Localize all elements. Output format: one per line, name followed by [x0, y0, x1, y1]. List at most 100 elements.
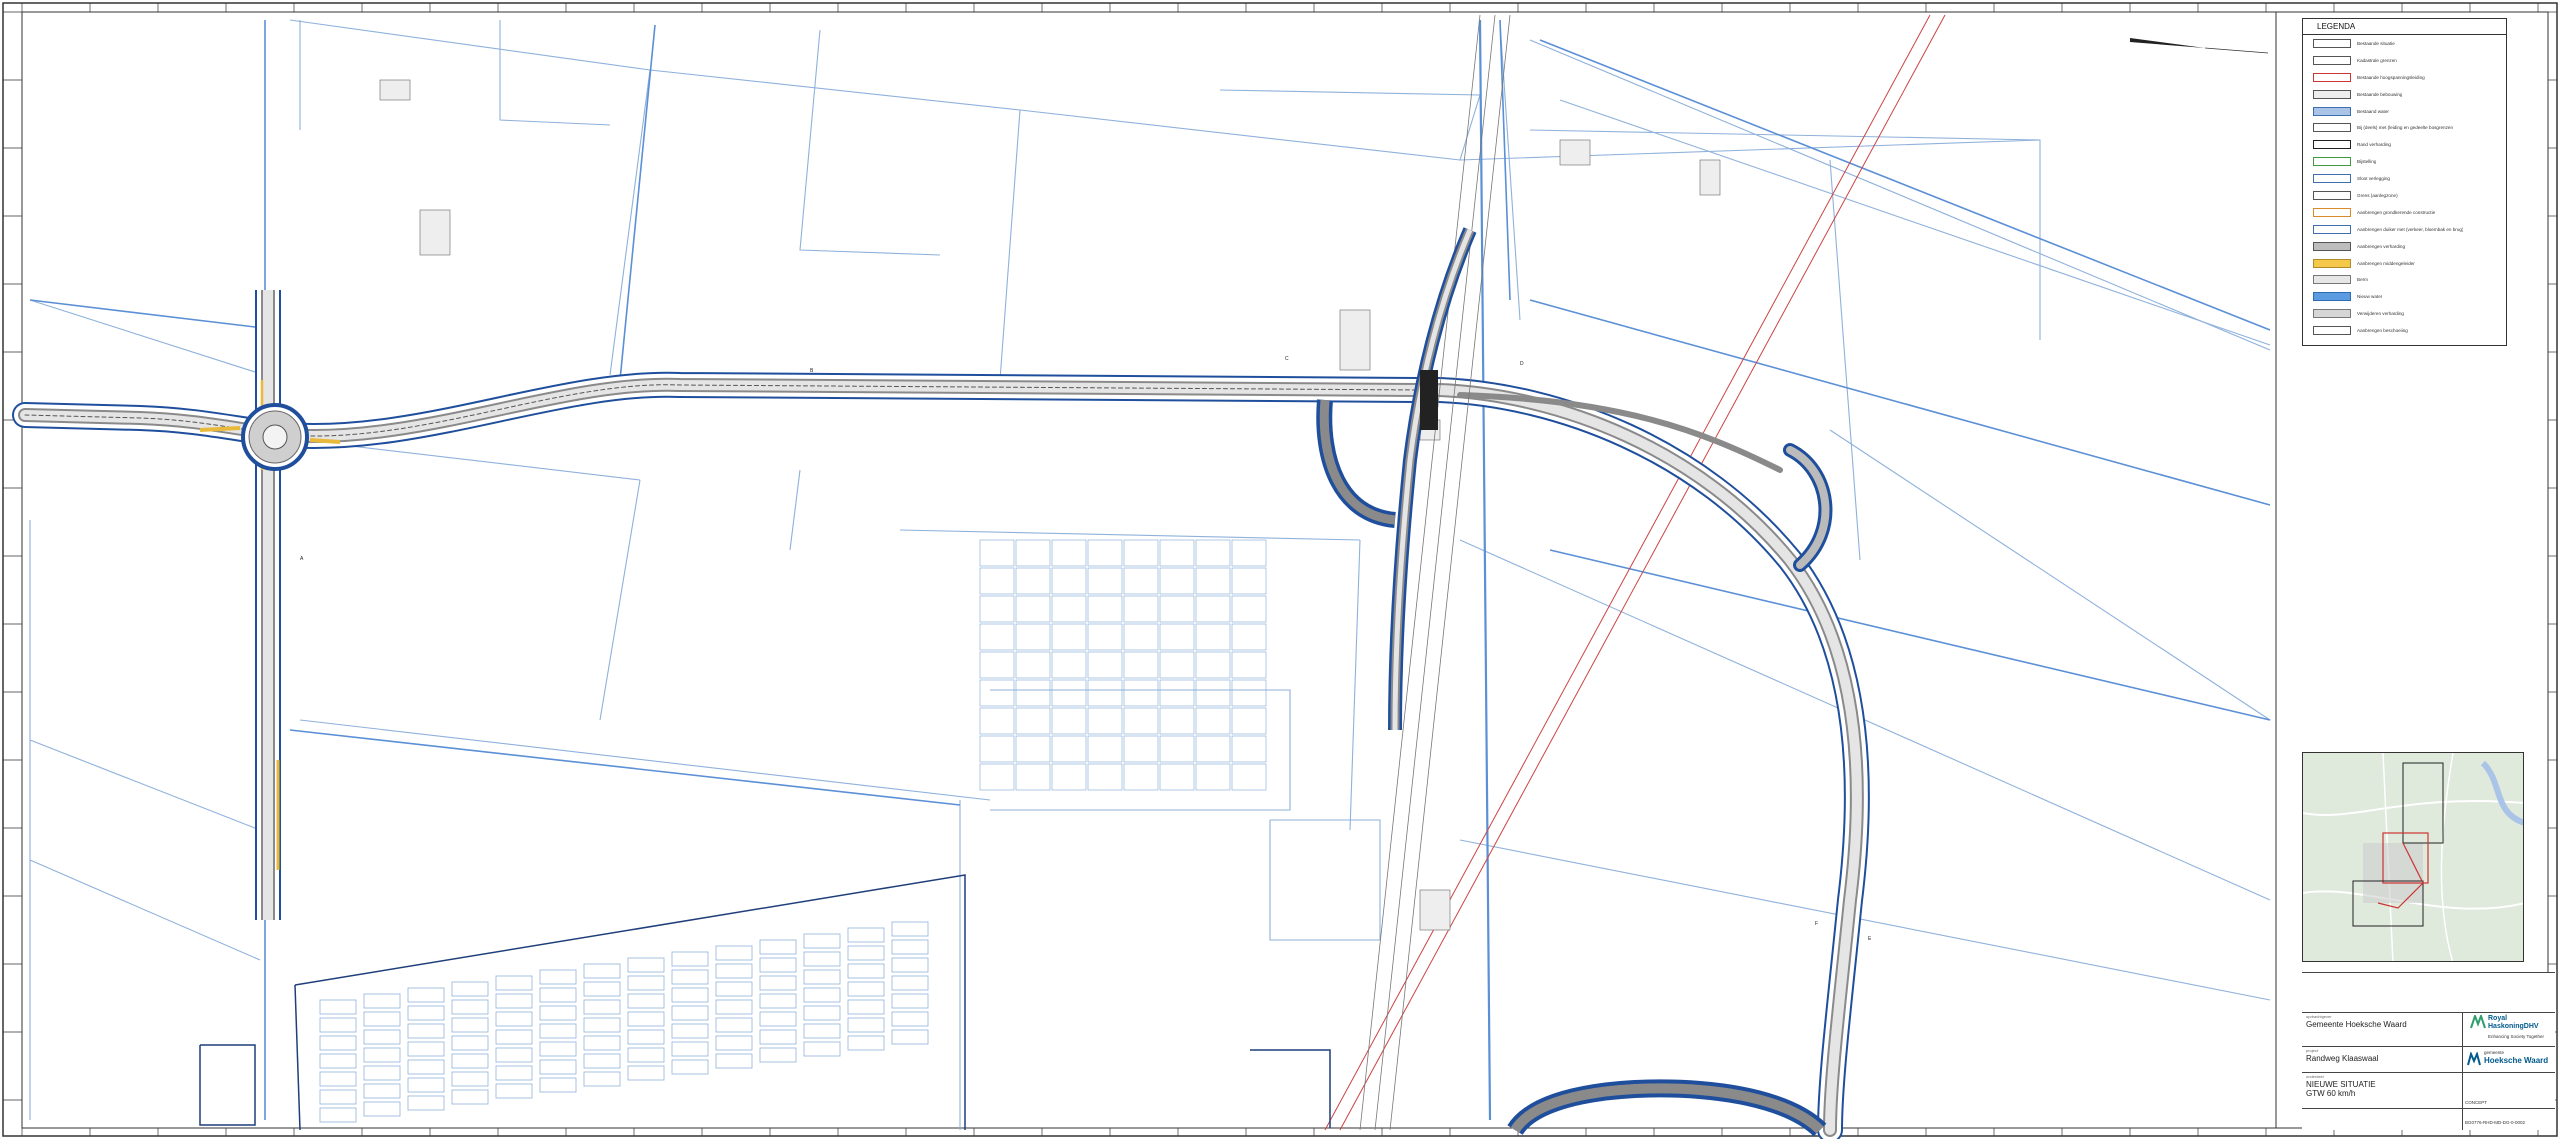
- village-plot: [451, 1053, 489, 1069]
- village-plot: [759, 1029, 797, 1045]
- village-plot: [495, 1083, 533, 1099]
- village-plot: [539, 987, 577, 1003]
- legend-swatch: [2313, 55, 2351, 65]
- orchard-plot: [1051, 651, 1087, 679]
- orchard-plot: [1051, 595, 1087, 623]
- orchard-plot: [1231, 707, 1267, 735]
- village-plot: [583, 1053, 621, 1069]
- project-label: project: [2306, 1048, 2319, 1053]
- village-plot: [539, 1077, 577, 1093]
- village-plot: [891, 921, 929, 937]
- orchard-plot: [979, 651, 1015, 679]
- village-plot: [891, 939, 929, 955]
- village-plot: [671, 1023, 709, 1039]
- legend-item: Bij (deels) met (leiding en gedeelte bos…: [2303, 119, 2506, 136]
- legend-swatch: [2313, 309, 2351, 319]
- orchard-plot: [1051, 707, 1087, 735]
- tb-divider: [2302, 1012, 2555, 1013]
- orchard-plot: [1159, 539, 1195, 567]
- legend-swatch: [2313, 89, 2351, 99]
- village-plot: [363, 1101, 401, 1117]
- orchard-plot: [1195, 651, 1231, 679]
- consultant-logo: Royal HaskoningDHV: [2488, 1015, 2539, 1031]
- orchard-plot: [1195, 763, 1231, 791]
- orchard-plot: [1195, 539, 1231, 567]
- legend-swatch: [2313, 106, 2351, 116]
- village-plot: [539, 1023, 577, 1039]
- village-plot: [759, 975, 797, 991]
- legend-swatch: [2313, 140, 2351, 150]
- village-plot: [407, 1077, 445, 1093]
- legend-item: Bestaande bebouwing: [2303, 86, 2506, 103]
- orchard-plot: [1015, 567, 1051, 595]
- parcel-lines: [29, 19, 2271, 1130]
- svg-text:C: C: [1285, 356, 1289, 362]
- orchard-plot: [1159, 763, 1195, 791]
- orchard-plot: [1123, 735, 1159, 763]
- title-block: opdrachtgever Gemeente Hoeksche Waard pr…: [2302, 972, 2555, 1130]
- legend-swatch: [2313, 72, 2351, 82]
- orchard-plot: [979, 567, 1015, 595]
- legend-label: Aanbrengen verharding: [2357, 243, 2406, 249]
- north-south-road: [255, 290, 281, 920]
- village-plot: [451, 999, 489, 1015]
- legend-item: Aanbrengen grondkerende constructie: [2303, 204, 2506, 221]
- legend-item: Rand verharding: [2303, 136, 2506, 153]
- legend-label: Nieuw water: [2357, 294, 2383, 300]
- village-plot: [363, 1047, 401, 1063]
- location-map: [2302, 752, 2524, 962]
- orchard-plot: [979, 539, 1015, 567]
- legend-swatch: [2313, 292, 2351, 302]
- tb-divider: [2302, 1072, 2555, 1073]
- village-plot: [627, 1047, 665, 1063]
- village-plot: [583, 981, 621, 997]
- legend-label: Grens (aanlegzone): [2357, 192, 2398, 198]
- village-plot: [891, 957, 929, 973]
- orchard-plot: [1087, 679, 1123, 707]
- legend-label: Bestaande bebouwing: [2357, 91, 2403, 97]
- village-plot: [451, 1071, 489, 1087]
- legend-item: Sloot verlegging: [2303, 170, 2506, 187]
- village-plot: [891, 993, 929, 1009]
- village-plot: [627, 975, 665, 991]
- orchard-plot: [1051, 763, 1087, 791]
- orchard-plot: [1195, 707, 1231, 735]
- orchard-plot: [1051, 679, 1087, 707]
- village-plot: [847, 1035, 885, 1051]
- legend-swatch: [2313, 190, 2351, 200]
- orchard-plot: [1123, 539, 1159, 567]
- outer-frame: [2, 2, 2558, 1137]
- grid-ticks: [3, 3, 2557, 1136]
- orchard-plot: [1231, 595, 1267, 623]
- legend-title: LEGENDA: [2303, 19, 2506, 35]
- orchard-plot: [1159, 707, 1195, 735]
- legend-label: Aanbrengen duiker met (verkeer, bloembak…: [2357, 226, 2464, 232]
- orchard-plot: [1123, 567, 1159, 595]
- village-plot: [583, 1035, 621, 1051]
- village-plot: [803, 1023, 841, 1039]
- orchard-plot: [1123, 707, 1159, 735]
- village-plot: [803, 933, 841, 949]
- village-plot: [451, 1035, 489, 1051]
- village-plot: [363, 993, 401, 1009]
- orchard-plot: [1015, 623, 1051, 651]
- village-plot: [319, 1017, 357, 1033]
- orchard-plot: [1015, 651, 1051, 679]
- orchard-plot: [1087, 735, 1123, 763]
- village-plot: [495, 1047, 533, 1063]
- legend-item: Verwijderen verharding: [2303, 305, 2506, 322]
- village-plot: [715, 1017, 753, 1033]
- village-plot: [495, 1011, 533, 1027]
- orchard-plot: [1123, 763, 1159, 791]
- orchard-plot: [1195, 595, 1231, 623]
- legend-item: Aanbrengen verharding: [2303, 238, 2506, 255]
- village-plot: [671, 969, 709, 985]
- orchard-plot: [1231, 735, 1267, 763]
- village-plot: [847, 963, 885, 979]
- orchard-plot: [1231, 651, 1267, 679]
- drawing-title-line1: NIEUWE SITUATIE: [2306, 1080, 2376, 1089]
- orchard-plot: [1123, 651, 1159, 679]
- orchard-plot: [1087, 567, 1123, 595]
- consultant-logo-line1: Royal: [2488, 1015, 2508, 1022]
- village-plot: [451, 1017, 489, 1033]
